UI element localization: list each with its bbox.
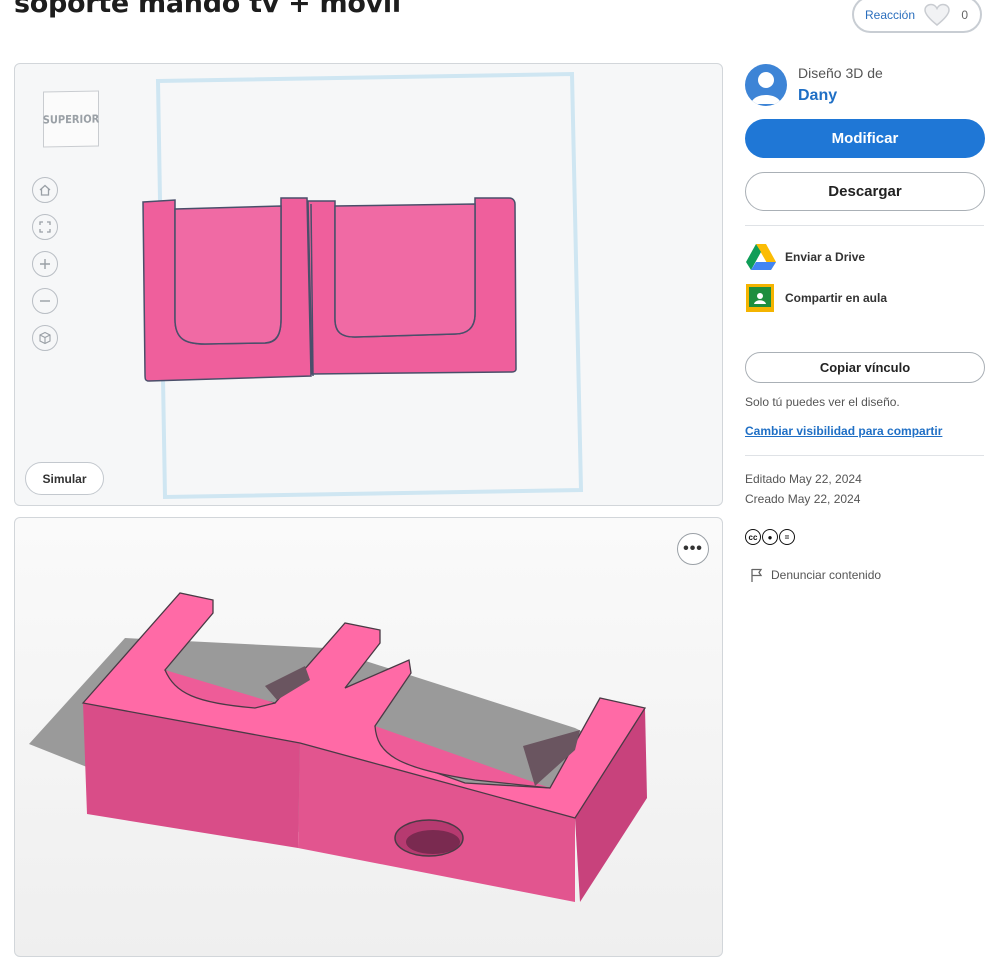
more-options-button[interactable]: ••• <box>677 533 709 565</box>
google-drive-icon <box>746 244 776 270</box>
model-3d-render[interactable] <box>15 518 723 957</box>
divider <box>745 225 984 226</box>
divider <box>745 455 984 456</box>
workplane-canvas[interactable] <box>15 64 723 506</box>
orthographic-cube-icon[interactable] <box>32 325 58 351</box>
report-content-button[interactable]: Denunciar contenido <box>749 567 881 583</box>
home-icon[interactable] <box>32 177 58 203</box>
user-avatar-icon <box>751 72 781 104</box>
share-classroom-button[interactable]: Compartir en aula <box>745 283 887 313</box>
reaction-count: 0 <box>961 7 968 22</box>
fit-view-icon[interactable] <box>32 214 58 240</box>
report-label: Denunciar contenido <box>771 568 882 582</box>
top-view-panel[interactable]: SUPERIOR Simular <box>14 63 723 506</box>
design-of-label: Diseño 3D de <box>798 65 883 81</box>
send-to-drive-button[interactable]: Enviar a Drive <box>745 242 865 272</box>
cc-icon: cc <box>745 529 761 545</box>
edited-date: Editado May 22, 2024 <box>745 472 862 486</box>
classroom-label: Compartir en aula <box>785 291 888 305</box>
view-cube[interactable]: SUPERIOR <box>43 90 99 148</box>
author-link[interactable]: Dany <box>798 87 837 105</box>
license-badges[interactable]: cc ● = <box>745 529 795 545</box>
google-classroom-icon <box>746 284 774 312</box>
download-button[interactable]: Descargar <box>745 172 985 211</box>
visibility-note: Solo tú puedes ver el diseño. <box>745 395 900 409</box>
no-derivatives-icon: = <box>779 529 795 545</box>
render-view-panel[interactable]: ••• <box>14 517 723 957</box>
drive-label: Enviar a Drive <box>785 250 866 264</box>
reaction-button[interactable]: Reacción 0 <box>852 0 982 33</box>
heart-icon <box>924 3 950 26</box>
modify-button[interactable]: Modificar <box>745 119 985 158</box>
zoom-out-icon[interactable] <box>32 288 58 314</box>
simulate-button[interactable]: Simular <box>25 462 104 495</box>
flag-icon <box>751 568 763 582</box>
created-date: Creado May 22, 2024 <box>745 492 861 506</box>
model-top-view <box>142 197 517 382</box>
page-title: soporte mando tv + movil <box>14 0 401 19</box>
copy-link-button[interactable]: Copiar vínculo <box>745 352 985 383</box>
change-visibility-link[interactable]: Cambiar visibilidad para compartir <box>745 424 942 438</box>
avatar[interactable] <box>745 64 787 106</box>
reaction-label: Reacción <box>865 7 916 22</box>
zoom-in-icon[interactable] <box>32 251 58 277</box>
attribution-icon: ● <box>762 529 778 545</box>
